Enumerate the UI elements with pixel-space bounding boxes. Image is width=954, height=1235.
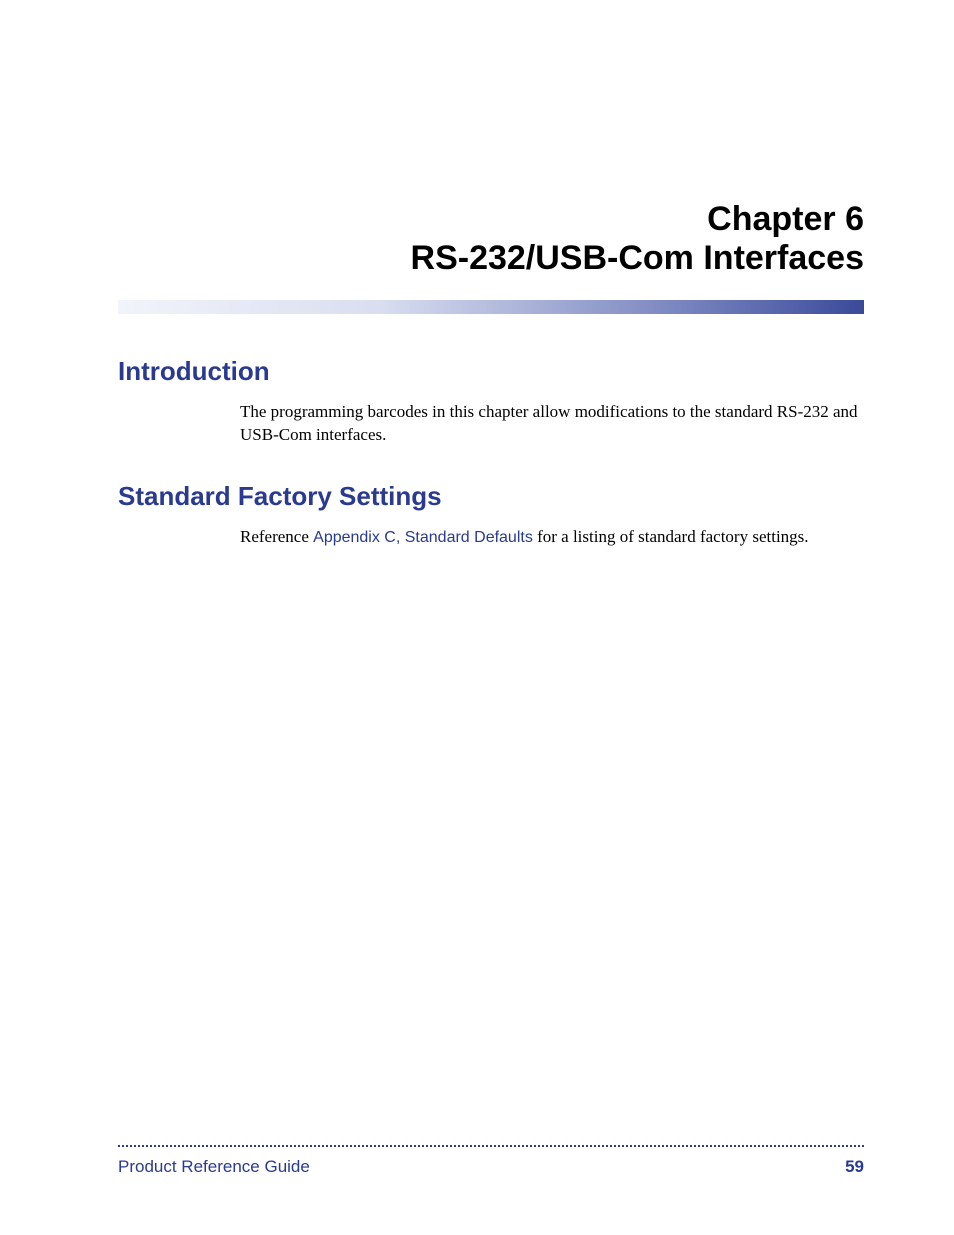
chapter-label: Chapter 6 — [118, 200, 864, 239]
header-rule — [118, 300, 864, 314]
factory-settings-body: Reference Appendix C, Standard Defaults … — [240, 526, 864, 549]
footer-doc-title: Product Reference Guide — [118, 1157, 310, 1177]
section-heading-factory-settings: Standard Factory Settings — [118, 481, 864, 512]
chapter-title: RS-232/USB-Com Interfaces — [118, 239, 864, 278]
introduction-body: The programming barcodes in this chapter… — [240, 401, 864, 447]
footer-row: Product Reference Guide 59 — [118, 1157, 864, 1177]
page-footer: Product Reference Guide 59 — [118, 1145, 864, 1177]
chapter-header: Chapter 6 RS-232/USB-Com Interfaces — [118, 200, 864, 278]
footer-rule — [118, 1145, 864, 1147]
section-heading-introduction: Introduction — [118, 356, 864, 387]
body-suffix: for a listing of standard factory settin… — [533, 527, 809, 546]
page: Chapter 6 RS-232/USB-Com Interfaces Intr… — [0, 0, 954, 1235]
page-number: 59 — [845, 1157, 864, 1177]
cross-reference-link[interactable]: Appendix C, Standard Defaults — [313, 529, 533, 546]
body-prefix: Reference — [240, 527, 313, 546]
